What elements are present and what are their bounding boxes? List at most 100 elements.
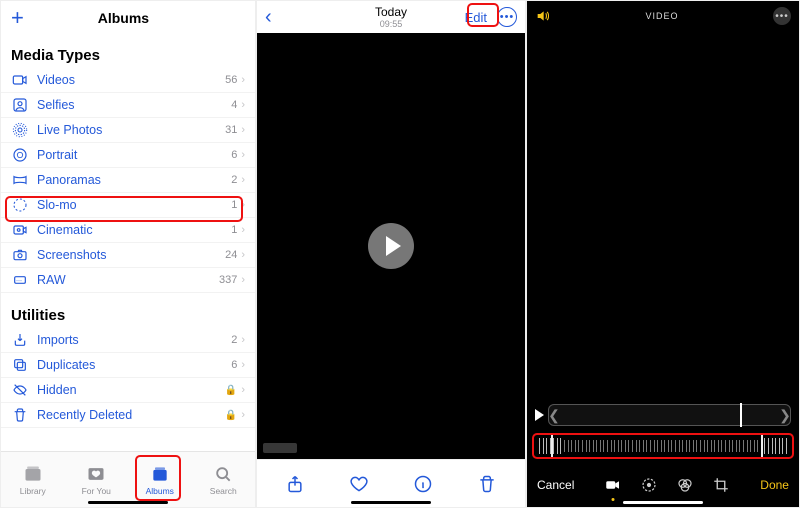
hidden-icon <box>11 381 29 399</box>
slo-mo-icon <box>11 196 29 214</box>
chevron-right-icon: › <box>241 409 245 421</box>
chevron-right-icon: › <box>241 124 245 136</box>
tab-bar: Library For You Albums Search <box>1 451 255 507</box>
tab-library[interactable]: Library <box>1 452 65 507</box>
row-label: Videos <box>37 73 225 87</box>
share-button[interactable] <box>284 473 306 495</box>
trash-icon <box>11 406 29 424</box>
mute-button[interactable] <box>535 8 551 24</box>
trim-end-handle[interactable]: ❯ <box>780 405 790 425</box>
media-type-panoramas[interactable]: Panoramas 2 › <box>1 168 255 193</box>
albums-screen: + Albums Media Types Videos 56 › Selfies… <box>0 0 256 508</box>
chevron-right-icon: › <box>241 249 245 261</box>
lock-icon: 🔒 <box>225 385 237 396</box>
active-tool-dot <box>612 498 615 501</box>
more-button[interactable]: ••• <box>773 7 791 25</box>
row-label: Cinematic <box>37 223 231 237</box>
media-type-raw[interactable]: RAW 337 › <box>1 268 255 293</box>
row-label: Selfies <box>37 98 231 112</box>
video-tool[interactable] <box>604 476 622 494</box>
tab-albums[interactable]: Albums <box>128 452 192 507</box>
media-type-selfies[interactable]: Selfies 4 › <box>1 93 255 118</box>
trim-bar: ❮ ❯ <box>535 401 791 429</box>
trim-start-handle[interactable]: ❮ <box>549 405 559 425</box>
home-indicator <box>88 501 168 504</box>
playhead[interactable] <box>740 403 742 427</box>
new-album-button[interactable]: + <box>11 5 24 31</box>
selfie-icon <box>11 96 29 114</box>
adjust-tool[interactable] <box>640 476 658 494</box>
chevron-right-icon: › <box>241 359 245 371</box>
raw-icon <box>11 271 29 289</box>
tab-label: Search <box>210 486 237 496</box>
media-type-videos[interactable]: Videos 56 › <box>1 68 255 93</box>
cinematic-icon <box>11 221 29 239</box>
row-count: 2 <box>231 334 237 346</box>
duplicates-icon <box>11 356 29 374</box>
play-icon <box>386 236 401 256</box>
row-label: Screenshots <box>37 248 225 262</box>
slo-mo-start-marker[interactable] <box>551 435 553 457</box>
row-label: RAW <box>37 273 219 287</box>
tab-for-you[interactable]: For You <box>65 452 129 507</box>
slo-mo-end-marker[interactable] <box>761 435 763 457</box>
row-label: Panoramas <box>37 173 231 187</box>
row-count: 56 <box>225 74 237 86</box>
screenshots-icon <box>11 246 29 264</box>
utility-recently-deleted[interactable]: Recently Deleted 🔒 › <box>1 403 255 428</box>
video-area[interactable] <box>257 33 525 459</box>
play-button[interactable] <box>535 409 544 421</box>
media-type-screenshots[interactable]: Screenshots 24 › <box>1 243 255 268</box>
media-types-header: Media Types <box>1 33 255 68</box>
utility-hidden[interactable]: Hidden 🔒 › <box>1 378 255 403</box>
media-type-portrait[interactable]: Portrait 6 › <box>1 143 255 168</box>
play-button[interactable] <box>368 223 414 269</box>
favorite-button[interactable] <box>348 473 370 495</box>
info-button[interactable] <box>412 473 434 495</box>
row-count: 6 <box>231 149 237 161</box>
cancel-button[interactable]: Cancel <box>537 478 574 492</box>
row-count: 337 <box>219 274 237 286</box>
filters-tool[interactable] <box>676 476 694 494</box>
tab-search[interactable]: Search <box>192 452 256 507</box>
done-button[interactable]: Done <box>760 478 789 492</box>
home-indicator <box>351 501 431 504</box>
row-count: 1 <box>231 199 237 211</box>
edit-preview[interactable] <box>527 31 799 397</box>
row-count: 6 <box>231 359 237 371</box>
imports-icon <box>11 331 29 349</box>
media-types-list: Videos 56 › Selfies 4 › Live Photos 31 ›… <box>1 68 255 293</box>
toolbar <box>257 459 525 507</box>
tab-label: Albums <box>146 486 174 496</box>
live-photos-icon <box>11 121 29 139</box>
video-preview-screen: ‹ Today 09:55 Edit ••• <box>256 0 526 508</box>
edit-top-bar: VIDEO ••• <box>527 1 799 31</box>
nav-bar: ‹ Today 09:55 Edit ••• <box>257 1 525 33</box>
row-count: 1 <box>231 224 237 236</box>
chevron-right-icon: › <box>241 174 245 186</box>
crop-tool[interactable] <box>712 476 730 494</box>
panorama-icon <box>11 171 29 189</box>
chevron-right-icon: › <box>241 74 245 86</box>
trim-track[interactable]: ❮ ❯ <box>548 404 791 426</box>
media-type-cinematic[interactable]: Cinematic 1 › <box>1 218 255 243</box>
slo-mo-speed-bar[interactable] <box>535 435 791 457</box>
row-count: 2 <box>231 174 237 186</box>
row-label: Hidden <box>37 383 225 397</box>
edit-tools <box>604 476 730 494</box>
row-label: Portrait <box>37 148 231 162</box>
delete-button[interactable] <box>476 473 498 495</box>
tab-label: For You <box>82 486 111 496</box>
timestamp-chip <box>263 443 297 453</box>
utility-duplicates[interactable]: Duplicates 6 › <box>1 353 255 378</box>
row-count: 24 <box>225 249 237 261</box>
tab-label: Library <box>20 486 46 496</box>
chevron-right-icon: › <box>241 274 245 286</box>
media-type-live-photos[interactable]: Live Photos 31 › <box>1 118 255 143</box>
home-indicator <box>623 501 703 504</box>
row-label: Duplicates <box>37 358 231 372</box>
row-label: Imports <box>37 333 231 347</box>
media-type-slo-mo[interactable]: Slo-mo 1 › <box>1 193 255 218</box>
utility-imports[interactable]: Imports 2 › <box>1 328 255 353</box>
row-label: Slo-mo <box>37 198 231 212</box>
